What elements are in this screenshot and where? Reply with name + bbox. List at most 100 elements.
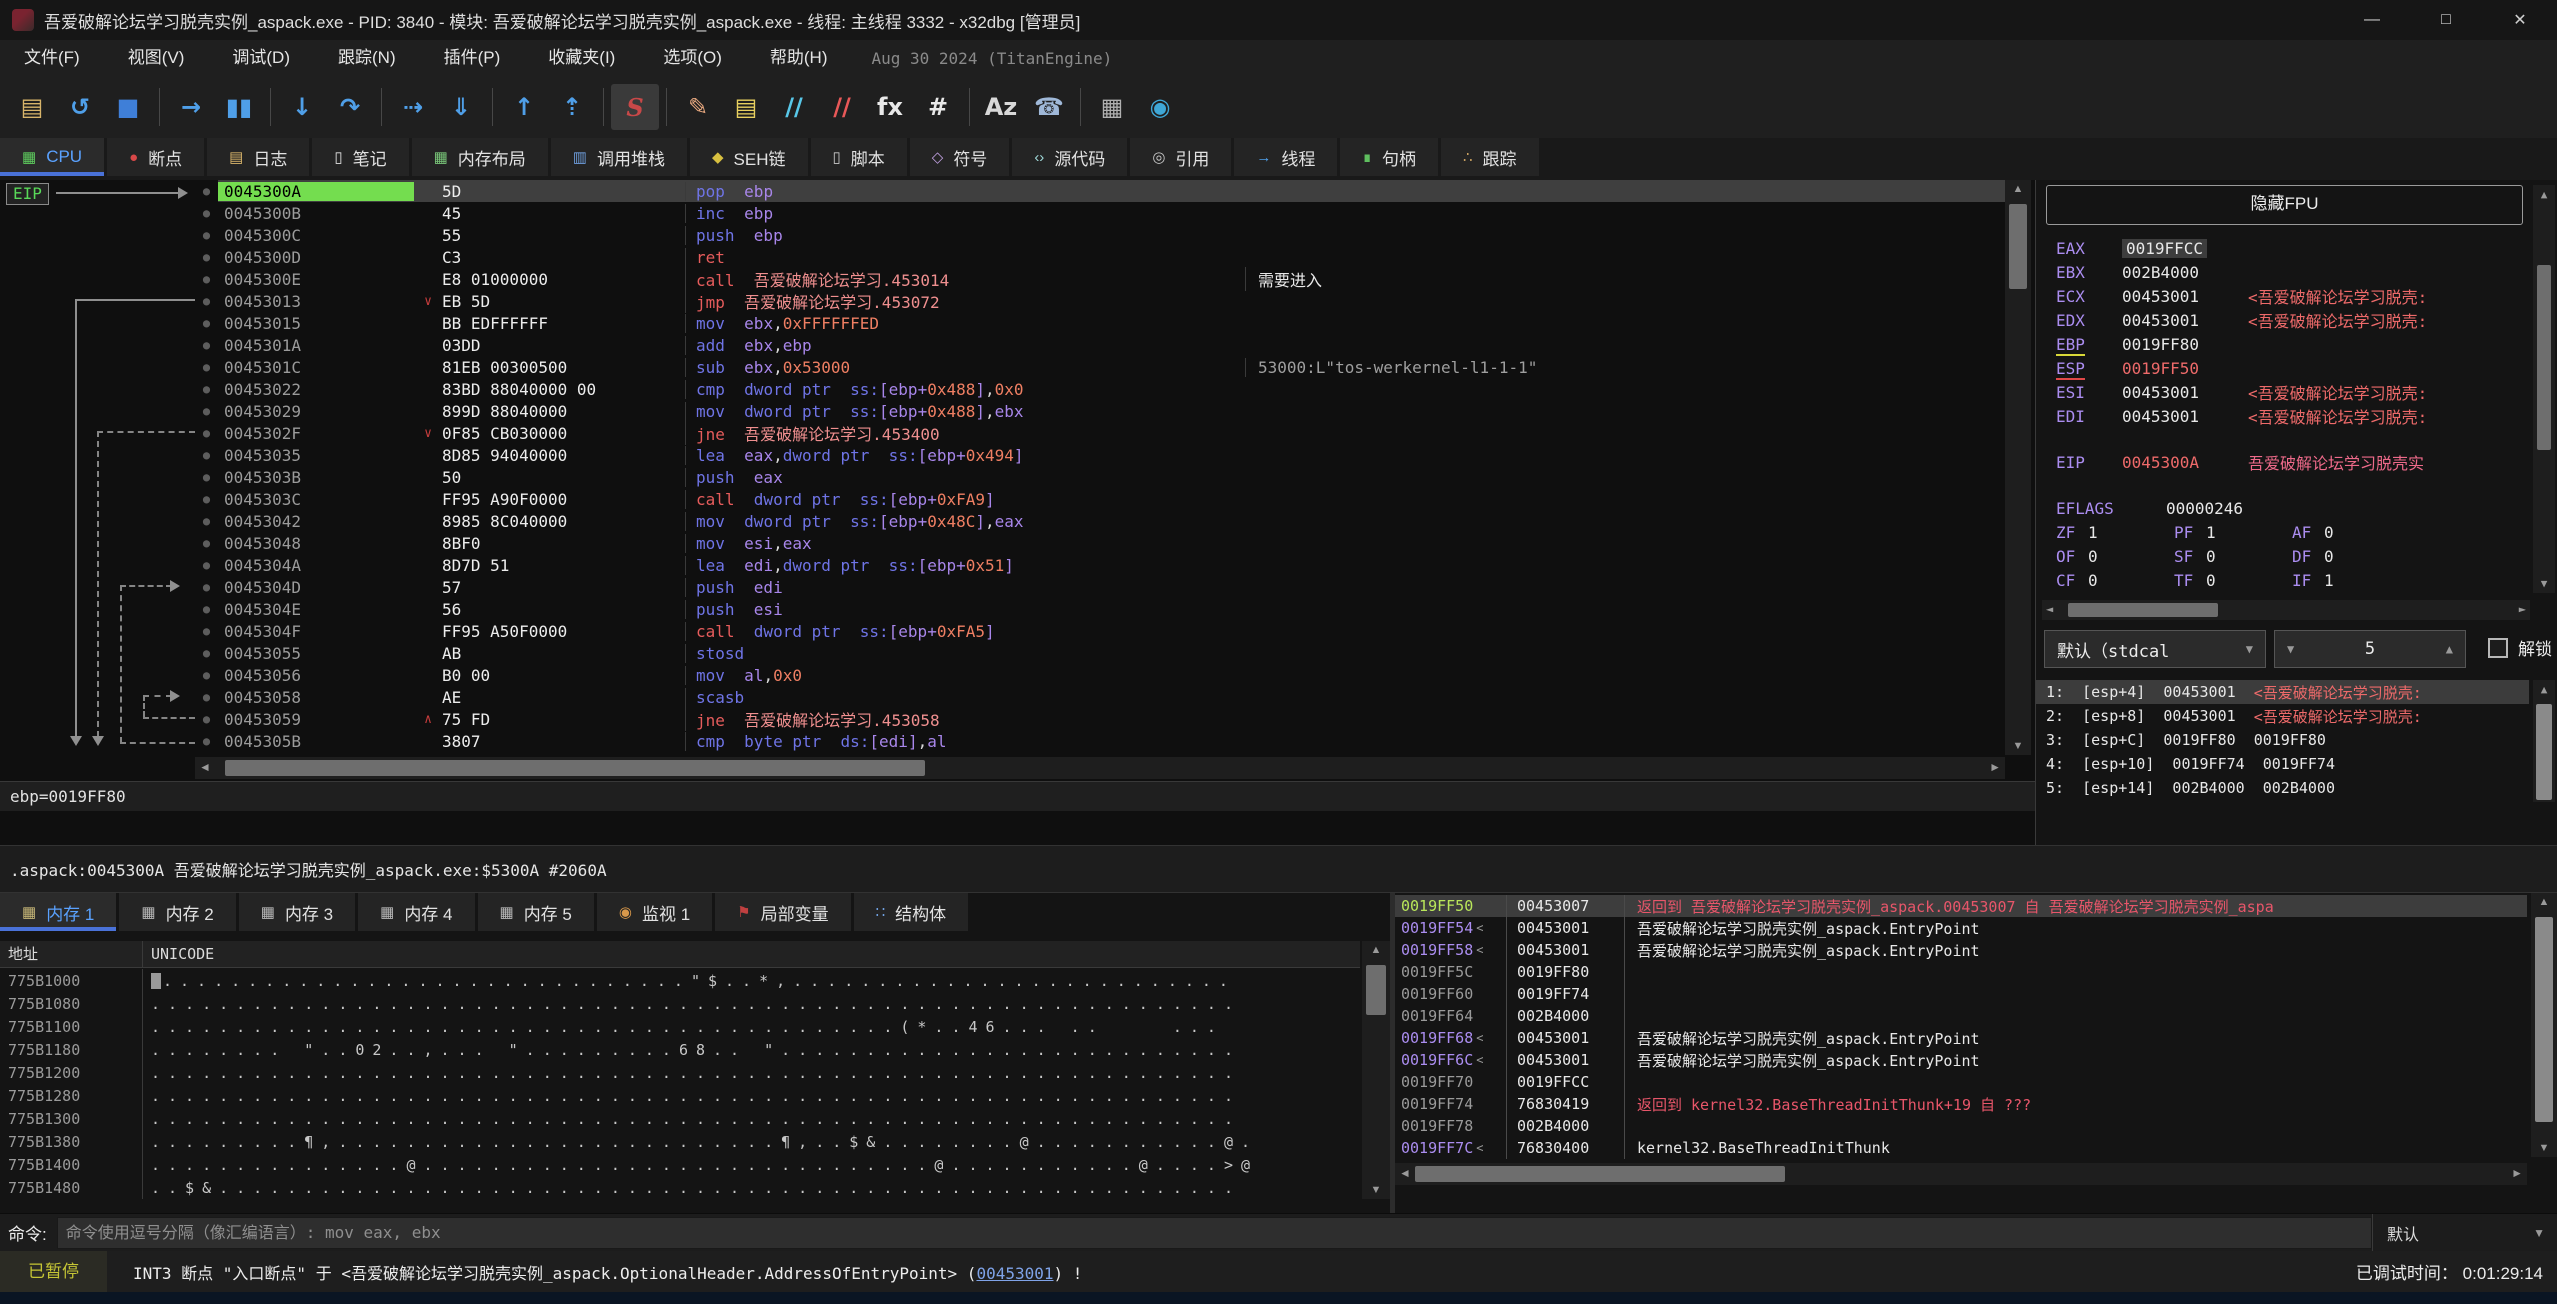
stack-row[interactable]: 0019FF7C <76830400 kernel32.BaseThreadInit… (1395, 1137, 2527, 1159)
flags-row[interactable]: CF 0 TF 0 IF 1 (2036, 568, 2529, 592)
tab-memory-map[interactable]: ▦ 内存布局 (411, 138, 548, 176)
open-file-icon[interactable]: ▤ (8, 84, 56, 130)
args-depth-spinner[interactable]: ▼ 5 ▲ (2274, 630, 2466, 668)
callstack-arg-row[interactable]: 1: [esp+4] 00453001 <吾爱破解论坛学习脱壳: (2036, 680, 2529, 704)
disasm-row[interactable]: ● 00453058 AE scasb (195, 686, 2005, 708)
callstack-arg-row[interactable]: 2: [esp+8] 00453001 <吾爱破解论坛学习脱壳: (2036, 704, 2529, 728)
disasm-row[interactable]: ● 00453013 ∨ EB 5D jmp 吾爱破解论坛学习.453072 (195, 289, 2005, 313)
breakpoint-dot[interactable]: ● (195, 360, 218, 374)
stack-row[interactable]: 0019FF6C <00453001 吾爱破解论坛学习脱壳实例_aspack.Ent… (1395, 1049, 2527, 1071)
register-row[interactable]: EIP 0045300A 吾爱破解论坛学习脱壳实 (2036, 450, 2529, 474)
dump-tab-mem5[interactable]: ▦ 内存 5 (477, 893, 594, 931)
stop-icon[interactable]: ■ (104, 84, 152, 130)
breakpoint-dot[interactable]: ● (195, 404, 218, 418)
disasm-row[interactable]: ● 0045300D C3 ret (195, 246, 2005, 268)
step-out-icon[interactable]: ↑ (500, 84, 548, 130)
breakpoint-dot[interactable]: ● (195, 668, 218, 682)
scrollbar-thumb[interactable] (1366, 965, 1386, 1015)
scrollbar-thumb[interactable] (2535, 917, 2553, 1122)
restart-icon[interactable]: ↺ (56, 84, 104, 130)
breakpoint-dot[interactable]: ● (195, 470, 218, 484)
dump-vertical-scrollbar[interactable]: ▲ ▼ (1362, 941, 1390, 1199)
breakpoint-dot[interactable]: ● (195, 536, 218, 550)
menu-item[interactable]: 选项(O) (639, 40, 746, 76)
disasm-row[interactable]: ● 0045300B 45 inc ebp (195, 202, 2005, 224)
disasm-row[interactable]: ● 00453015 BB EDFFFFFF mov ebx,0xFFFFFFED (195, 312, 2005, 334)
disasm-row[interactable]: ● 00453048 8BF0 mov esi,eax (195, 532, 2005, 554)
spinner-up-icon[interactable]: ▲ (2446, 642, 2453, 656)
tab-references[interactable]: ◎ 引用 (1130, 138, 1232, 176)
tab-script[interactable]: ▯ 脚本 (810, 138, 907, 176)
dump-row[interactable]: 775B1480 ..$&............................… (0, 1176, 1360, 1199)
tab-call-stack[interactable]: ▥ 调用堆栈 (550, 138, 687, 176)
disasm-row[interactable]: ● 0045305B 3807 cmp byte ptr ds:[edi],al (195, 730, 2005, 752)
tab-seh[interactable]: ◆ SEH链 (689, 138, 808, 176)
dump-row[interactable]: 775B1380 .........¶,.....................… (0, 1130, 1360, 1153)
step-into-icon[interactable]: ↓ (278, 84, 326, 130)
tab-handles[interactable]: ∎ 句柄 (1340, 138, 1438, 176)
tab-notes[interactable]: ▯ 笔记 (312, 138, 409, 176)
step-over-icon[interactable]: ↷ (326, 84, 374, 130)
args-vertical-scrollbar[interactable]: ▲ (2533, 680, 2555, 802)
breakpoint-dot[interactable]: ● (195, 558, 218, 572)
dump-tab-mem2[interactable]: ▦ 内存 2 (119, 893, 236, 931)
scroll-right-icon[interactable]: ► (2519, 602, 2526, 616)
scroll-up-icon[interactable]: ▲ (1362, 944, 1390, 956)
register-row[interactable]: ECX 00453001 <吾爱破解论坛学习脱壳: (2036, 284, 2529, 308)
disasm-row[interactable]: ● 00453059 ∧ 75 FD jne 吾爱破解论坛学习.453058 (195, 707, 2005, 731)
dump-row[interactable]: 775B1300................................… (0, 1107, 1360, 1130)
assemble-icon[interactable]: S (611, 84, 659, 130)
calculator-icon[interactable]: ▦ (1088, 84, 1136, 130)
stack-row[interactable]: 0019FF50 00453007 返回到 吾爱破解论坛学习脱壳实例_aspack.… (1395, 895, 2527, 917)
scroll-up-icon[interactable]: ▲ (2531, 896, 2557, 908)
disasm-row[interactable]: ● 0045300A 5D pop ebp (195, 180, 2005, 202)
dump-row[interactable]: 775B1180 ........ "..02..,... ".........6… (0, 1038, 1360, 1061)
disasm-row[interactable]: ● 0045301A 03DD add ebx,ebp (195, 334, 2005, 356)
dump-tab-mem4[interactable]: ▦ 内存 4 (358, 893, 475, 931)
scroll-down-icon[interactable]: ▼ (1362, 1184, 1390, 1196)
disasm-row[interactable]: ● 0045300C 55 push ebp (195, 224, 2005, 246)
dump-row[interactable]: 775B1080................................… (0, 992, 1360, 1015)
callstack-arg-row[interactable]: 5: [esp+14] 002B4000 002B4000 (2036, 776, 2529, 800)
breakpoint-dot[interactable]: ● (195, 382, 218, 396)
breakpoint-dot[interactable]: ● (195, 448, 218, 462)
tab-log[interactable]: ▤ 日志 (207, 138, 310, 176)
disasm-row[interactable]: ● 00453035 8D85 94040000 lea eax,dword ptr … (195, 444, 2005, 466)
run-until-return-icon[interactable]: ⇓ (437, 84, 485, 130)
disasm-row[interactable]: ● 0045302F ∨ 0F85 CB030000 jne 吾爱破解论坛学习.4534… (195, 421, 2005, 445)
menu-item[interactable]: 跟踪(N) (314, 40, 420, 76)
strings-icon[interactable]: Az (977, 84, 1025, 130)
scrollbar-thumb[interactable] (2536, 704, 2552, 800)
disasm-row[interactable]: ● 00453042 8985 8C040000 mov dword ptr ss:[… (195, 510, 2005, 532)
stack-row[interactable]: 0019FF64 002B4000 (1395, 1005, 2527, 1027)
registers-vertical-scrollbar[interactable]: ▲ ▼ (2533, 185, 2555, 593)
intermodular-calls-icon[interactable]: ☎ (1025, 84, 1073, 130)
disasm-row[interactable]: ● 00453056 B0 00 mov al,0x0 (195, 664, 2005, 686)
breakpoint-dot[interactable]: ● (195, 602, 218, 616)
breakpoint-dot[interactable]: ● (195, 514, 218, 528)
menu-item[interactable]: 调试(D) (208, 40, 314, 76)
flags-row[interactable]: ZF 1 PF 1 AF 0 (2036, 520, 2529, 544)
callstack-arg-row[interactable]: 3: [esp+C] 0019FF80 0019FF80 (2036, 728, 2529, 752)
stack-row[interactable]: 0019FF74 76830419 返回到 kernel32.BaseThreadI… (1395, 1093, 2527, 1115)
stack-row[interactable]: 0019FF78 002B4000 (1395, 1115, 2527, 1137)
stack-row[interactable]: 0019FF58 <00453001 吾爱破解论坛学习脱壳实例_aspack.Ent… (1395, 939, 2527, 961)
status-address-link[interactable]: 00453001 (976, 1264, 1053, 1283)
disasm-row[interactable]: ● 00453022 83BD 88040000 00 cmp dword ptr s… (195, 378, 2005, 400)
menu-item[interactable]: 文件(F) (0, 40, 104, 76)
scrollbar-thumb[interactable] (1415, 1166, 1785, 1182)
scroll-right-icon[interactable]: ► (2511, 1166, 2523, 1180)
hide-fpu-button[interactable]: 隐藏FPU (2046, 185, 2523, 225)
dump-row[interactable]: 775B1400 ...............@................… (0, 1153, 1360, 1176)
dump-row[interactable]: 775B1100................................… (0, 1015, 1360, 1038)
scroll-left-icon[interactable]: ◄ (199, 760, 211, 774)
minimize-button[interactable]: — (2335, 0, 2409, 40)
register-row[interactable]: EAX 0019FFCC (2036, 236, 2529, 260)
stack-horizontal-scrollbar[interactable]: ◄ ► (1395, 1163, 2527, 1185)
scroll-up-icon[interactable]: ▲ (2533, 683, 2555, 696)
tab-cpu[interactable]: ▦ CPU (0, 138, 105, 176)
register-row[interactable]: EDX 00453001 <吾爱破解论坛学习脱壳: (2036, 308, 2529, 332)
dump-row[interactable]: 775B1280................................… (0, 1084, 1360, 1107)
menu-item[interactable]: 收藏夹(I) (524, 40, 639, 76)
breakpoint-dot[interactable]: ● (195, 426, 218, 440)
